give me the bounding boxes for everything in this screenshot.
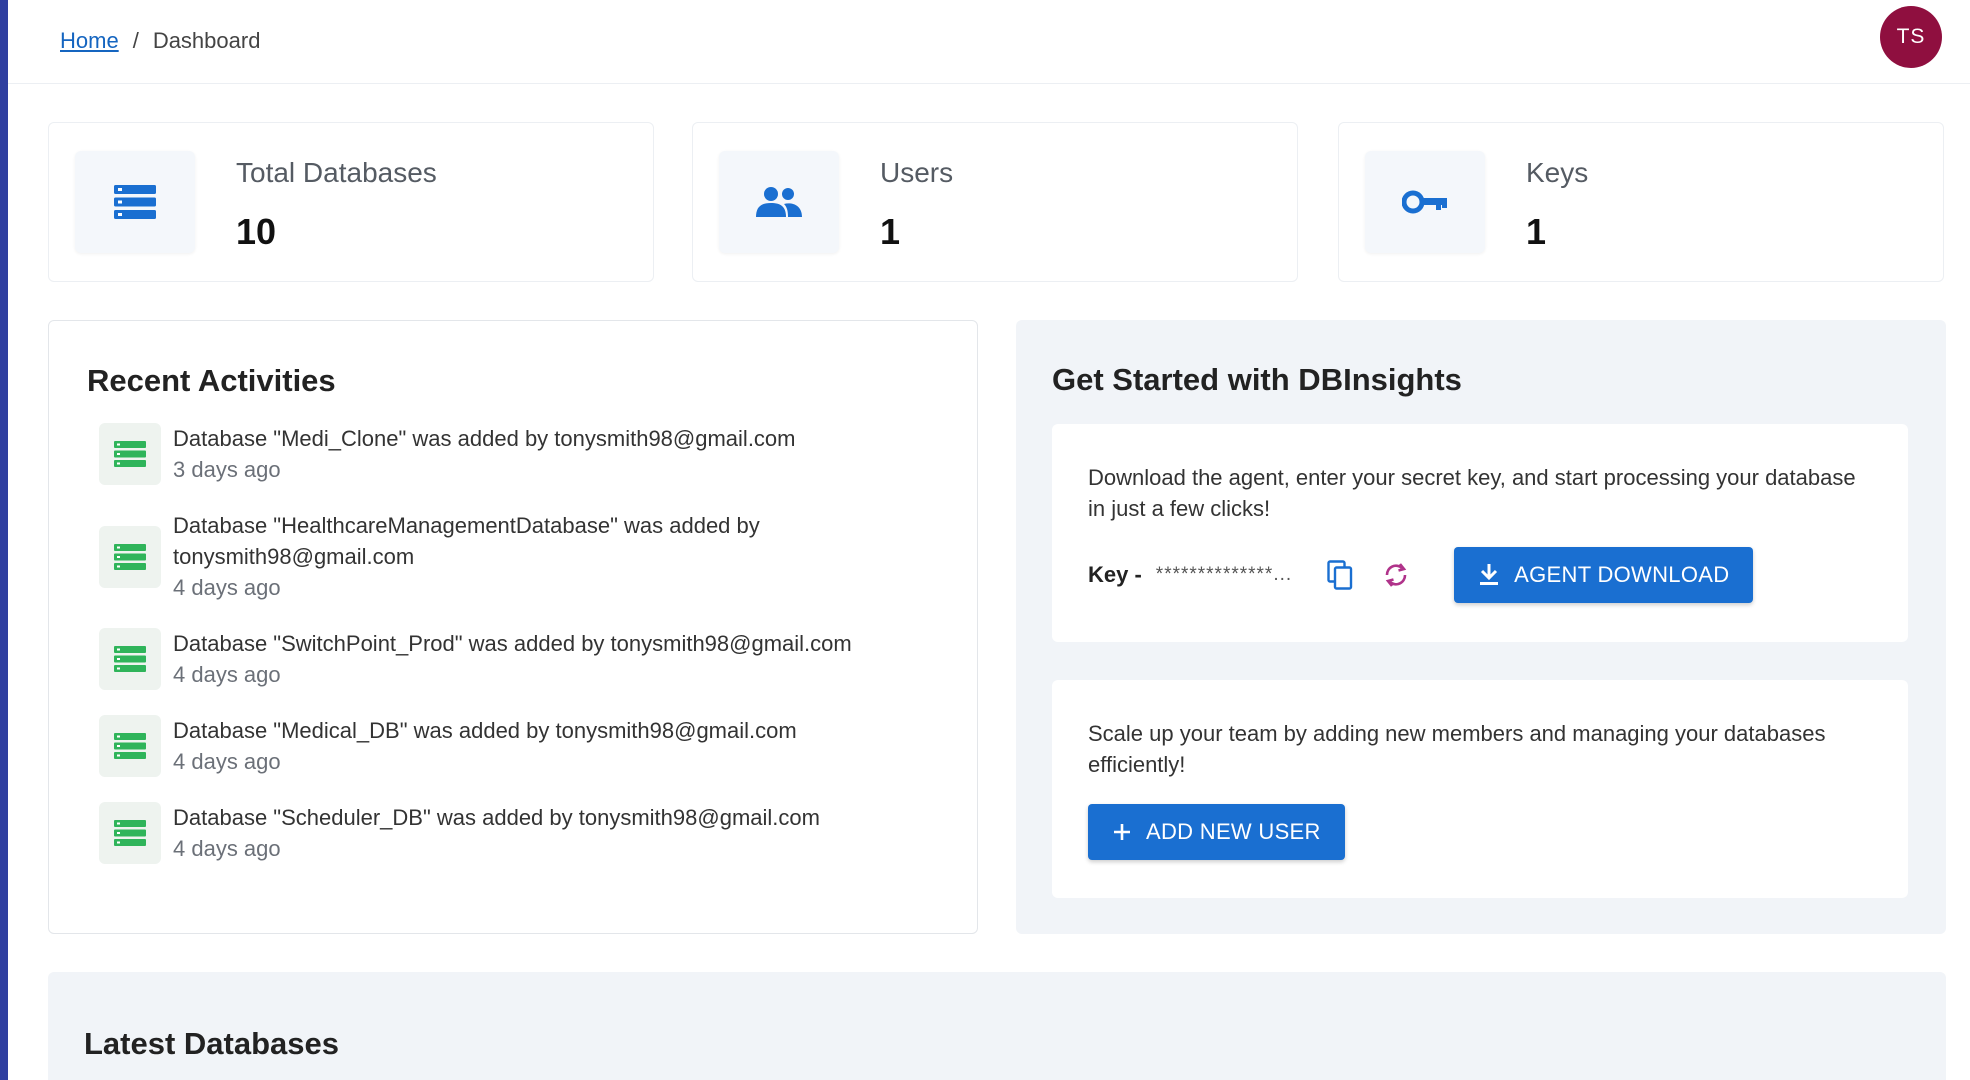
get-started-panel: Get Started with DBInsights Download the…	[1016, 320, 1946, 934]
top-header: Home / Dashboard TS	[8, 0, 1970, 84]
breadcrumb-home-link[interactable]: Home	[60, 28, 119, 54]
latest-databases-title: Latest Databases	[84, 1026, 340, 1061]
add-new-user-button[interactable]: ADD NEW USER	[1088, 804, 1345, 860]
stat-card-users: Users 1	[692, 122, 1298, 282]
activity-time: 4 days ago	[173, 662, 281, 687]
agent-description: Download the agent, enter your secret ke…	[1088, 465, 1856, 521]
latest-databases-panel: Latest Databases	[48, 972, 1946, 1080]
activity-item: Database "Medi_Clone" was added by tonys…	[99, 423, 796, 485]
recent-activities-title: Recent Activities	[87, 363, 336, 398]
agent-download-button[interactable]: AGENT DOWNLOAD	[1454, 547, 1754, 603]
add-new-user-label: ADD NEW USER	[1146, 819, 1321, 844]
team-description: Scale up your team by adding new members…	[1088, 721, 1826, 777]
get-started-title: Get Started with DBInsights	[1052, 362, 1462, 397]
users-icon	[719, 151, 839, 253]
database-activity-icon	[99, 802, 161, 864]
add-user-card: Scale up your team by adding new members…	[1052, 680, 1908, 898]
database-activity-icon	[99, 628, 161, 690]
key-label: Key -	[1088, 562, 1142, 587]
database-activity-icon	[99, 423, 161, 485]
activity-text: Database "Medi_Clone" was added by tonys…	[173, 426, 796, 451]
stat-value: 10	[236, 211, 277, 252]
activity-item: Database "SwitchPoint_Prod" was added by…	[99, 628, 852, 690]
refresh-icon[interactable]	[1376, 555, 1416, 595]
copy-icon[interactable]	[1320, 555, 1360, 595]
stat-label: Users	[880, 157, 954, 188]
database-activity-icon	[99, 715, 161, 777]
activity-text: Database "Scheduler_DB" was added by ton…	[173, 805, 820, 830]
key-icon	[1365, 151, 1485, 253]
activity-text: Database "SwitchPoint_Prod" was added by…	[173, 631, 852, 656]
stat-card-keys: Keys 1	[1338, 122, 1944, 282]
breadcrumb-separator: /	[132, 28, 139, 53]
activity-time: 4 days ago	[173, 836, 281, 861]
activity-time: 3 days ago	[173, 457, 281, 482]
activity-item: Database "Scheduler_DB" was added by ton…	[99, 802, 820, 864]
activity-item: Database "HealthcareManagementDatabase" …	[99, 510, 773, 603]
stat-label: Total Databases	[236, 157, 437, 188]
activity-time: 4 days ago	[173, 575, 281, 600]
database-activity-icon	[99, 525, 161, 588]
stat-card-total-databases: Total Databases 10	[48, 122, 654, 282]
breadcrumb-current: Dashboard	[152, 28, 261, 53]
activity-text: Database "Medical_DB" was added by tonys…	[173, 718, 797, 743]
stat-value: 1	[880, 211, 901, 252]
agent-download-label: AGENT DOWNLOAD	[1514, 562, 1730, 587]
secret-key-row: Key - **************... AGENT DOWNLOAD	[1088, 546, 1754, 604]
agent-download-card: Download the agent, enter your secret ke…	[1052, 424, 1908, 642]
plus-icon	[1114, 824, 1130, 840]
recent-activities-panel: Recent Activities Database "Medi_Clone" …	[48, 320, 978, 934]
activity-time: 4 days ago	[173, 749, 281, 774]
download-icon	[1480, 564, 1499, 585]
activity-text: Database "HealthcareManagementDatabase" …	[173, 513, 760, 569]
sidebar-edge	[0, 0, 8, 1080]
activity-item: Database "Medical_DB" was added by tonys…	[99, 715, 797, 777]
breadcrumb: Home / Dashboard	[60, 28, 260, 54]
key-value: **************...	[1155, 564, 1293, 585]
user-avatar[interactable]: TS	[1880, 6, 1942, 68]
stat-label: Keys	[1526, 157, 1589, 188]
stat-value: 1	[1526, 211, 1547, 252]
database-icon	[75, 151, 195, 253]
